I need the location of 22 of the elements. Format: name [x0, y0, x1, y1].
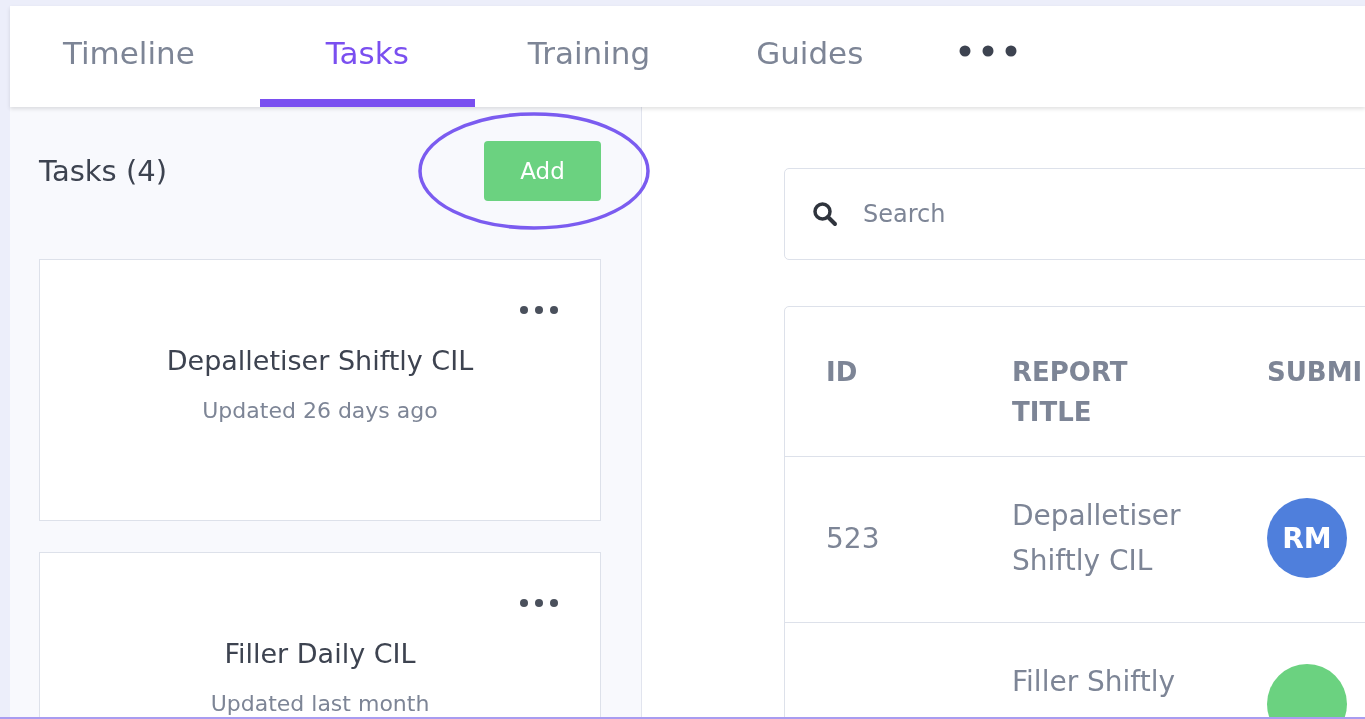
avatar: RM	[1267, 498, 1347, 578]
tab[interactable]: Guides	[703, 6, 917, 107]
column-header: REPORT TITLE	[1012, 356, 1129, 429]
more-icon[interactable]	[519, 305, 559, 315]
table-cell-text: Depalletiser Shiftly CIL	[1012, 498, 1182, 579]
search-field[interactable]: Search	[784, 168, 1365, 260]
updated-text: Updated 26 days ago	[202, 398, 438, 423]
table-cell: 523	[826, 521, 880, 555]
column-header: SUBMI	[1267, 356, 1364, 389]
task-title: Filler Daily CIL	[224, 638, 416, 669]
tab[interactable]: Training	[474, 6, 704, 107]
task-card[interactable]: Depalletiser Shiftly CIL Updated 26 days ago	[39, 259, 601, 521]
more-icon[interactable]	[519, 598, 559, 608]
column-header: ID	[825, 356, 859, 389]
tab[interactable]: Timeline	[10, 6, 260, 107]
panel-title: Tasks (4)	[39, 154, 167, 188]
add-button[interactable]: Add	[484, 141, 601, 201]
updated-text: Updated last month	[210, 691, 430, 716]
task-card[interactable]: Filler Daily CIL Updated last month	[39, 552, 601, 717]
more-icon[interactable]	[958, 43, 1019, 58]
task-title: Depalletiser Shiftly CIL	[166, 345, 474, 376]
table-cell-text: Filler Shiftly	[1012, 664, 1177, 700]
